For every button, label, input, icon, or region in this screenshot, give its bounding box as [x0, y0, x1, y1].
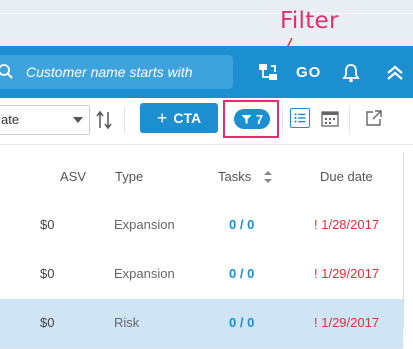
add-cta-button[interactable]: + CTA [140, 103, 218, 133]
filter-count: 7 [255, 111, 264, 127]
cell-tasks[interactable]: 0 / 0 [229, 217, 254, 232]
search-icon [0, 64, 13, 79]
plus-icon: + [156, 108, 168, 128]
column-header-due-date[interactable]: Due date [320, 169, 373, 184]
column-header-asv[interactable]: ASV [60, 169, 86, 184]
cell-due-date: ! 1/28/2017 [314, 217, 380, 232]
top-strip-line [0, 13, 413, 14]
sort-direction-icon[interactable] [96, 110, 112, 130]
expand-external-icon[interactable] [364, 108, 384, 128]
cell-tasks[interactable]: 0 / 0 [229, 315, 254, 330]
calendar-view-icon[interactable] [320, 108, 340, 128]
cell-tasks[interactable]: 0 / 0 [229, 266, 254, 281]
table-row[interactable]: $0 Expansion 0 / 0 ! 1/28/2017 [0, 201, 403, 251]
hierarchy-icon[interactable] [257, 62, 279, 84]
toolbar-divider [124, 106, 125, 134]
customer-search-box[interactable] [0, 55, 233, 89]
customer-search-input[interactable] [26, 55, 226, 89]
cell-asv: $0 [40, 217, 55, 232]
toolbar-divider [349, 106, 350, 134]
sort-arrows-icon[interactable] [263, 170, 273, 184]
browser-top-strip [0, 0, 413, 46]
cell-type: Expansion [114, 217, 175, 232]
sort-field-value: ate [1, 112, 20, 127]
gainsight-go-button[interactable]: GO [296, 64, 321, 81]
table-row[interactable]: $0 Expansion 0 / 0 ! 1/29/2017 [0, 250, 403, 300]
cta-button-label: CTA [173, 110, 202, 126]
table-header: ASV Type Tasks Due date [0, 152, 403, 202]
collapse-up-icon[interactable] [384, 62, 406, 84]
filter-highlight-box: 7 [223, 100, 279, 138]
cell-asv: $0 [40, 266, 55, 281]
cell-type: Expansion [114, 266, 175, 281]
list-view-icon[interactable] [290, 108, 310, 128]
filter-button[interactable]: 7 [234, 109, 270, 129]
bell-icon[interactable] [340, 62, 362, 84]
cta-toolbar: ate + CTA 7 [0, 98, 413, 145]
column-header-tasks[interactable]: Tasks [218, 169, 251, 184]
cell-type: Risk [114, 315, 140, 330]
cell-due-date: ! 1/29/2017 [314, 266, 380, 281]
column-header-type[interactable]: Type [115, 169, 143, 184]
filter-annotation-label: Filter [280, 8, 339, 34]
sort-field-select[interactable]: ate [0, 105, 90, 135]
toolbar-divider [282, 106, 283, 134]
cell-due-date: ! 1/29/2017 [314, 315, 380, 330]
cell-asv: $0 [40, 315, 55, 330]
chevron-down-icon [73, 117, 83, 123]
table-row-selected[interactable]: $0 Risk 0 / 0 ! 1/29/2017 [0, 299, 403, 349]
app-header: GO [0, 46, 413, 98]
table-right-border [403, 152, 404, 329]
funnel-icon [241, 114, 252, 124]
